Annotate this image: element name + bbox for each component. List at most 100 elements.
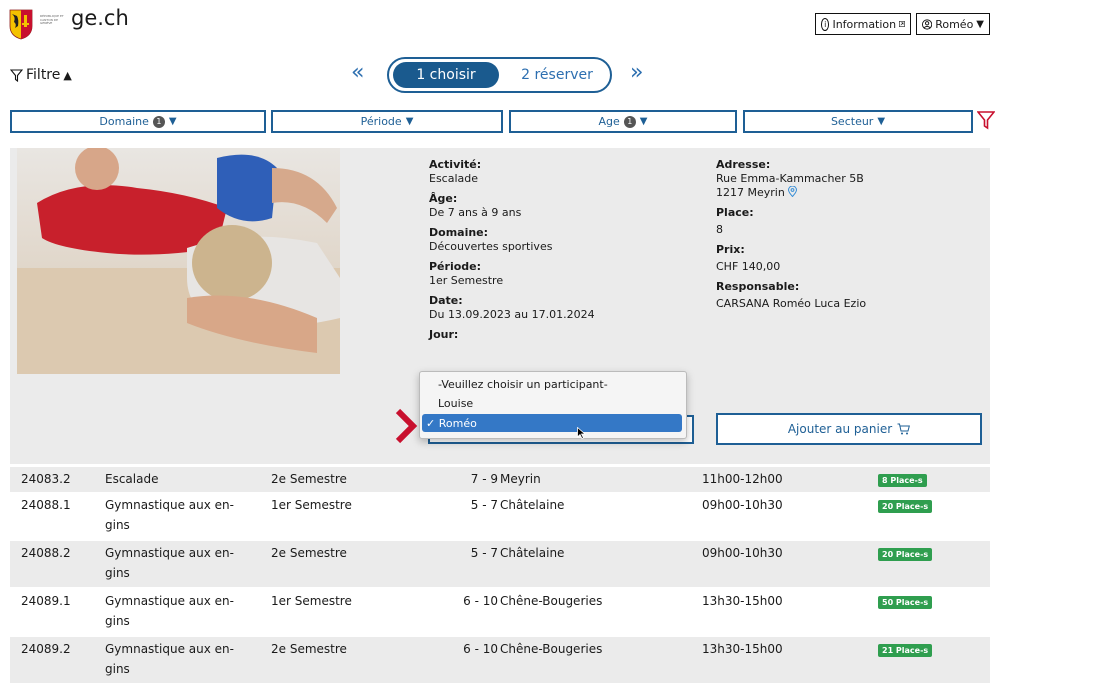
user-avatar-icon: [922, 18, 933, 30]
filter-toggle[interactable]: Filtre ▲: [10, 67, 72, 83]
table-row[interactable]: 24088.2 Gymnastique aux en- 2e Semestre 5 -…: [10, 541, 990, 587]
triangle-up-icon: ▲: [63, 68, 72, 82]
map-pin-icon[interactable]: [788, 185, 798, 198]
adresse-line2: 1217 Meyrin: [716, 186, 785, 199]
activite-value: Escalade: [429, 172, 479, 185]
step-choisir[interactable]: 1 choisir: [393, 62, 499, 88]
age-value: De 7 ans à 9 ans: [429, 206, 522, 219]
date-value: Du 13.09.2023 au 17.01.2024: [429, 308, 595, 321]
chevron-down-icon: ▼: [405, 116, 414, 127]
user-menu-button[interactable]: Roméo ▼: [916, 13, 990, 35]
activite-label: Activité:: [429, 158, 482, 171]
filter-count-badge: 1: [152, 115, 165, 128]
row-activity: Gymnastique aux en-: [105, 546, 234, 560]
places-badge: 8 Place-s: [878, 474, 927, 487]
geneva-coat-of-arms-logo: [9, 9, 33, 40]
information-button[interactable]: i Information: [815, 13, 911, 35]
place-value: 8: [716, 223, 723, 236]
table-row[interactable]: 24089.1 Gymnastique aux en- 1er Semestre 6 …: [10, 589, 990, 635]
row-period: 1er Semestre: [271, 594, 352, 608]
add-to-cart-button[interactable]: Ajouter au panier: [716, 413, 982, 445]
filter-secteur-label: Secteur: [830, 115, 874, 128]
step-reserver[interactable]: 2 réserver: [507, 62, 607, 88]
funnel-icon: [10, 68, 23, 82]
row-id: 24089.1: [21, 594, 71, 608]
row-activity-continued: gins: [105, 662, 130, 676]
row-period: 2e Semestre: [271, 642, 347, 656]
info-icon: i: [821, 17, 830, 31]
chevron-down-icon: ▼: [976, 18, 984, 30]
domaine-value: Découvertes sportives: [429, 240, 553, 253]
cart-icon: [897, 423, 911, 435]
row-id: 24089.2: [21, 642, 71, 656]
date-label: Date:: [429, 294, 463, 307]
next-step-arrow[interactable]: »: [630, 60, 643, 85]
filter-domaine-label: Domaine: [99, 115, 149, 128]
dropdown-option-louise[interactable]: Louise: [422, 394, 682, 412]
row-period: 1er Semestre: [271, 498, 352, 512]
filter-domaine[interactable]: Domaine 1 ▼: [10, 110, 266, 133]
table-row[interactable]: 24088.1 Gymnastique aux en- 1er Semestre 5 …: [10, 493, 990, 539]
information-label: Information: [832, 17, 897, 31]
jour-label: Jour:: [429, 328, 459, 341]
filter-label: Filtre: [26, 67, 61, 83]
row-id: 24088.2: [21, 546, 71, 560]
participant-dropdown: -Veuillez choisir un participant- Louise…: [419, 371, 687, 439]
adresse-line2-wrap: 1217 Meyrin: [716, 185, 866, 200]
row-age: 7 - 9: [470, 472, 498, 486]
adresse-line1: Rue Emma-Kammacher 5B: [716, 172, 864, 185]
row-activity-continued: gins: [105, 518, 130, 532]
row-location: Meyrin: [500, 472, 541, 486]
filter-periode[interactable]: Période ▼: [271, 110, 503, 133]
places-badge: 20 Place-s: [878, 500, 933, 513]
row-schedule: 13h30-15h00: [702, 642, 783, 656]
prix-label: Prix:: [716, 243, 745, 256]
table-row[interactable]: 24089.2 Gymnastique aux en- 2e Semestre 6 -…: [10, 637, 990, 683]
row-schedule: 13h30-15h00: [702, 594, 783, 608]
row-activity: Escalade: [105, 472, 159, 486]
red-pointer-chevron-icon: [395, 408, 418, 444]
domaine-label: Domaine:: [429, 226, 489, 239]
row-activity-continued: gins: [105, 566, 130, 580]
row-schedule: 11h00-12h00: [702, 472, 783, 486]
site-name[interactable]: ge.ch: [71, 6, 129, 30]
row-location: Châtelaine: [500, 498, 565, 512]
previous-step-arrow[interactable]: «: [351, 60, 364, 85]
logo-caption: RÉPUBLIQUE ET CANTON DE GENÈVE: [40, 14, 64, 25]
step-indicator: 1 choisir 2 réserver: [387, 57, 612, 93]
row-age: 6 - 10: [463, 594, 498, 608]
chevron-down-icon: ▼: [639, 116, 648, 127]
filter-periode-label: Période: [360, 115, 402, 128]
detail-middle-column: Activité: Escalade Âge: De 7 ans à 9 ans…: [429, 158, 595, 342]
table-row[interactable]: 24083.2 Escalade 2e Semestre 7 - 9 Meyrin 11h…: [10, 467, 990, 492]
row-location: Chêne-Bougeries: [500, 642, 603, 656]
activity-photo: [17, 148, 340, 374]
filter-secteur[interactable]: Secteur ▼: [743, 110, 973, 133]
filter-age[interactable]: Age 1 ▼: [509, 110, 737, 133]
dropdown-option-romeo-label: Roméo: [438, 416, 477, 430]
row-age: 5 - 7: [470, 498, 498, 512]
row-activity-continued: gins: [105, 614, 130, 628]
row-schedule: 09h00-10h30: [702, 498, 783, 512]
user-name: Roméo: [935, 17, 974, 31]
row-age: 6 - 10: [463, 642, 498, 656]
prix-value: CHF 140,00: [716, 260, 781, 273]
row-location: Châtelaine: [500, 546, 565, 560]
dropdown-option-placeholder[interactable]: -Veuillez choisir un participant-: [422, 375, 682, 393]
mouse-cursor-icon: [577, 427, 586, 439]
row-activity: Gymnastique aux en-: [105, 498, 234, 512]
places-badge: 50 Place-s: [878, 596, 933, 609]
row-id: 24088.1: [21, 498, 71, 512]
checkmark-icon: ✓: [426, 416, 439, 430]
add-to-cart-label: Ajouter au panier: [787, 422, 893, 436]
chevron-down-icon: ▼: [168, 116, 177, 127]
adresse-label: Adresse:: [716, 158, 771, 171]
row-id: 24083.2: [21, 472, 71, 486]
dropdown-option-romeo[interactable]: ✓ Roméo: [422, 414, 682, 432]
places-badge: 21 Place-s: [878, 644, 933, 657]
clear-filter-icon[interactable]: [977, 110, 995, 130]
periode-value: 1er Semestre: [429, 274, 504, 287]
responsable-value: CARSANA Roméo Luca Ezio: [716, 297, 867, 310]
row-activity: Gymnastique aux en-: [105, 642, 234, 656]
row-location: Chêne-Bougeries: [500, 594, 603, 608]
